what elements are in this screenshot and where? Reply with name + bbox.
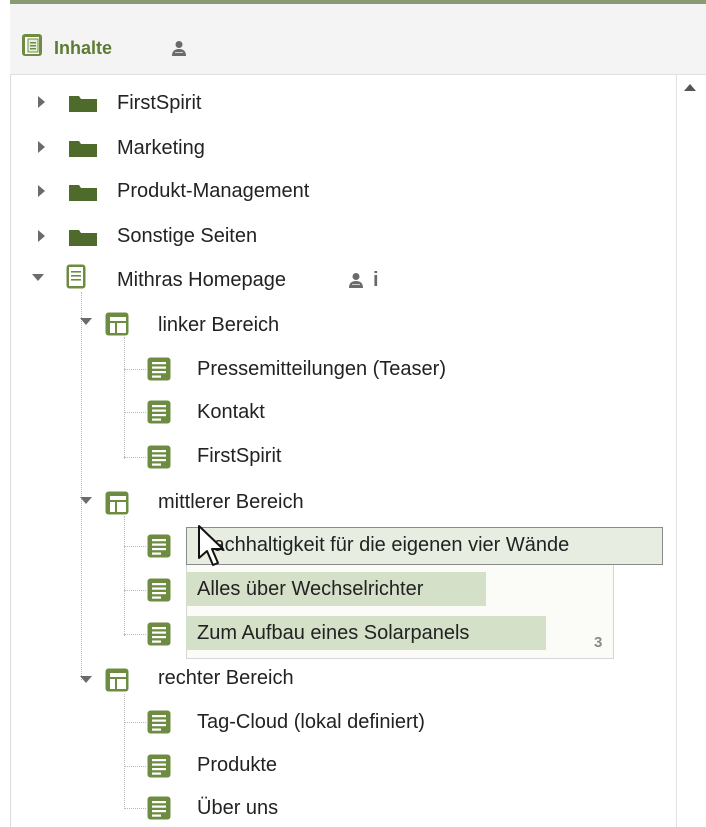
section-label[interactable]: rechter Bereich xyxy=(158,666,294,690)
paragraph-label[interactable]: Kontakt xyxy=(197,400,265,424)
tree-connector xyxy=(124,694,125,809)
section-icon xyxy=(105,491,129,515)
paragraph-icon xyxy=(147,357,171,381)
tree-connector xyxy=(124,369,146,370)
folder-label[interactable]: Marketing xyxy=(117,136,205,160)
tree-connector xyxy=(124,412,146,413)
paragraph-label[interactable]: Tag-Cloud (lokal definiert) xyxy=(197,710,425,734)
page-icon xyxy=(66,264,86,289)
section-label[interactable]: mittlerer Bereich xyxy=(158,490,304,514)
expand-arrow-icon[interactable] xyxy=(38,141,45,153)
folder-icon xyxy=(69,141,97,157)
expand-arrow-icon[interactable] xyxy=(38,230,45,242)
tree-connector xyxy=(124,516,125,636)
drag-item-label: Nachhaltigkeit für die eigenen vier Wänd… xyxy=(199,534,570,556)
user-icon xyxy=(349,273,363,288)
folder-icon xyxy=(69,96,97,112)
scroll-up-arrow[interactable] xyxy=(684,84,696,91)
vertical-scrollbar[interactable] xyxy=(676,75,706,827)
page-label[interactable]: Mithras Homepage xyxy=(117,268,286,292)
paragraph-label[interactable]: Produkte xyxy=(197,753,277,777)
tree-connector xyxy=(124,722,146,723)
tree-connector xyxy=(124,808,146,809)
info-icon[interactable]: i xyxy=(373,268,379,292)
tree-connector xyxy=(124,457,146,458)
paragraph-icon xyxy=(147,445,171,469)
drag-count-badge: 3 xyxy=(594,634,603,651)
paragraph-icon xyxy=(147,710,171,734)
tree-connector xyxy=(81,292,82,680)
collapse-arrow-icon[interactable] xyxy=(80,676,92,683)
tree-connector xyxy=(124,634,146,635)
paragraph-icon xyxy=(147,400,171,424)
paragraph-label[interactable]: Alles über Wechselrichter xyxy=(197,577,423,601)
paragraph-label[interactable]: Zum Aufbau eines Solarpanels xyxy=(197,621,469,645)
tree-connector xyxy=(124,546,146,547)
folder-label[interactable]: Produkt-Management xyxy=(117,179,309,203)
paragraph-label[interactable]: Über uns xyxy=(197,796,278,820)
folder-icon xyxy=(69,185,97,201)
tree-connector xyxy=(124,590,146,591)
collapse-arrow-icon[interactable] xyxy=(32,274,44,281)
folder-icon xyxy=(69,230,97,246)
paragraph-label[interactable]: Pressemitteilungen (Teaser) xyxy=(197,357,446,381)
paragraph-label[interactable]: FirstSpirit xyxy=(197,444,281,468)
paragraph-icon xyxy=(147,796,171,820)
paragraph-icon xyxy=(147,754,171,778)
content-tree: FirstSpirit Marketing Produkt-Management… xyxy=(0,0,676,827)
paragraph-icon xyxy=(147,622,171,646)
paragraph-icon xyxy=(147,534,171,558)
tree-connector xyxy=(124,337,125,459)
folder-label[interactable]: Sonstige Seiten xyxy=(117,224,257,248)
paragraph-icon xyxy=(147,578,171,602)
folder-label[interactable]: FirstSpirit xyxy=(117,91,201,115)
section-icon xyxy=(105,668,129,692)
expand-arrow-icon[interactable] xyxy=(38,185,45,197)
collapse-arrow-icon[interactable] xyxy=(80,497,92,504)
section-icon xyxy=(105,312,129,336)
drag-item-preview: Nachhaltigkeit für die eigenen vier Wänd… xyxy=(186,527,663,565)
collapse-arrow-icon[interactable] xyxy=(80,318,92,325)
section-label[interactable]: linker Bereich xyxy=(158,313,279,337)
expand-arrow-icon[interactable] xyxy=(38,96,45,108)
tree-connector xyxy=(124,766,146,767)
mouse-cursor-icon xyxy=(198,525,224,566)
